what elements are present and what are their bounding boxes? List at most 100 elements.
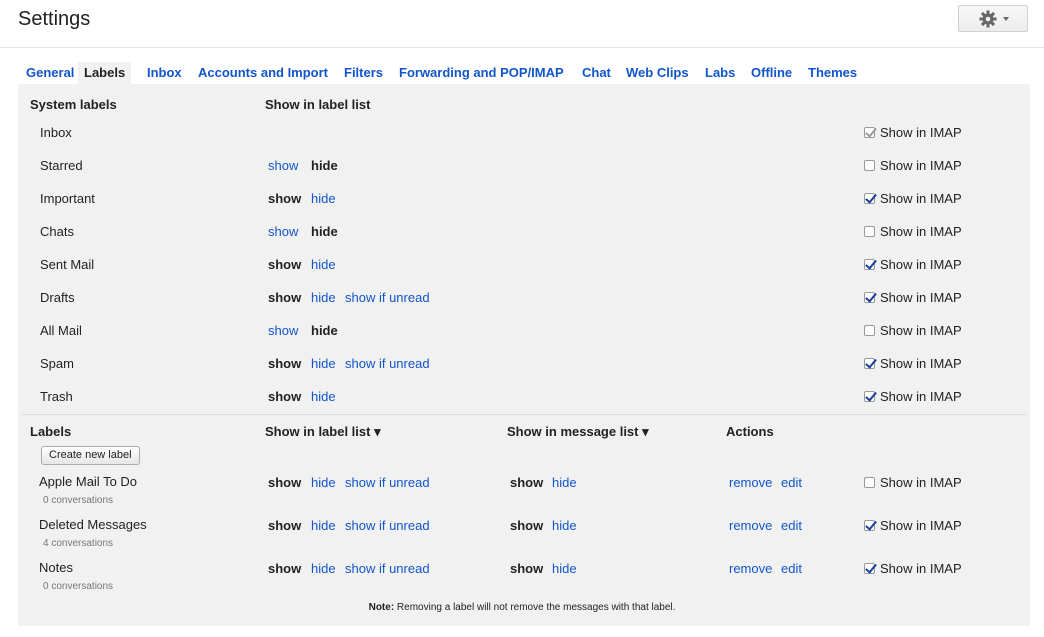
edit-label-link[interactable]: edit [781, 561, 802, 577]
show-in-imap-checkbox [864, 127, 875, 138]
show-in-imap-checkbox[interactable] [864, 391, 875, 402]
labels-header: Labels [30, 424, 72, 439]
label-list-show-selected: show [268, 475, 302, 490]
note-prefix: Note: [368, 602, 395, 613]
show-in-imap-label[interactable]: Show in IMAP [880, 158, 962, 174]
show-in-imap-checkbox[interactable] [864, 226, 875, 237]
label-list-show-selected: show [268, 389, 302, 404]
show-in-message-list-header[interactable]: Show in message list ▾ [507, 424, 649, 440]
label-list-show-selected: show [268, 356, 302, 371]
show-in-imap-checkbox[interactable] [864, 259, 875, 270]
system-label-all-mail: All Mail [40, 323, 82, 338]
message-list-hide-link[interactable]: hide [552, 561, 577, 577]
tab-labs[interactable]: Labs [705, 62, 735, 84]
label-list-hide-link[interactable]: hide [311, 356, 336, 372]
tab-web-clips[interactable]: Web Clips [626, 62, 689, 84]
show-in-imap-checkbox[interactable] [864, 563, 875, 574]
remove-label-link[interactable]: remove [729, 475, 772, 491]
system-label-trash: Trash [40, 389, 73, 404]
label-list-hide-link[interactable]: hide [311, 389, 336, 405]
label-list-show-link[interactable]: show [268, 323, 298, 339]
label-list-show-if-unread-link[interactable]: show if unread [345, 561, 430, 577]
label-list-show-if-unread-link[interactable]: show if unread [345, 475, 430, 491]
label-list-show-if-unread-link[interactable]: show if unread [345, 518, 430, 534]
show-in-imap-label[interactable]: Show in IMAP [880, 191, 962, 207]
note-text: Removing a label will not remove the mes… [394, 602, 676, 613]
header-divider [0, 47, 1044, 48]
tab-inbox[interactable]: Inbox [147, 62, 182, 84]
message-list-hide-link[interactable]: hide [552, 475, 577, 491]
conversation-count: 0 conversations [43, 495, 114, 506]
create-new-label-button[interactable]: Create new label [41, 446, 140, 465]
show-in-imap-label[interactable]: Show in IMAP [880, 356, 962, 372]
show-in-imap-checkbox[interactable] [864, 477, 875, 488]
chevron-down-icon [1003, 17, 1009, 21]
tab-accounts-and-import[interactable]: Accounts and Import [198, 62, 328, 84]
tab-general[interactable]: General [26, 62, 74, 84]
show-in-imap-label[interactable]: Show in IMAP [880, 475, 962, 491]
show-in-imap-checkbox[interactable] [864, 520, 875, 531]
label-list-show-if-unread-link[interactable]: show if unread [345, 290, 430, 306]
show-in-imap-label[interactable]: Show in IMAP [880, 518, 962, 534]
show-in-imap-label[interactable]: Show in IMAP [880, 125, 962, 141]
labels-panel [18, 84, 1030, 626]
show-in-imap-checkbox[interactable] [864, 358, 875, 369]
label-list-hide-link[interactable]: hide [311, 290, 336, 306]
message-list-show-selected: show [510, 518, 544, 533]
show-in-imap-label[interactable]: Show in IMAP [880, 389, 962, 405]
edit-label-link[interactable]: edit [781, 518, 802, 534]
remove-label-link[interactable]: remove [729, 518, 772, 534]
label-list-hide-selected: hide [311, 323, 338, 338]
show-in-imap-checkbox[interactable] [864, 325, 875, 336]
show-in-imap-checkbox[interactable] [864, 160, 875, 171]
user-label-notes[interactable]: Notes [39, 560, 73, 576]
conversation-count: 4 conversations [43, 538, 114, 549]
conversation-count: 0 conversations [43, 581, 114, 592]
label-list-show-link[interactable]: show [268, 158, 298, 174]
show-in-label-list-header[interactable]: Show in label list ▾ [265, 424, 381, 440]
show-in-imap-label[interactable]: Show in IMAP [880, 257, 962, 273]
tab-labels[interactable]: Labels [78, 62, 132, 84]
remove-label-note: Note: Removing a label will not remove t… [0, 602, 1044, 613]
user-label-apple-mail-to-do[interactable]: Apple Mail To Do [39, 474, 137, 490]
show-in-imap-label[interactable]: Show in IMAP [880, 290, 962, 306]
label-list-hide-link[interactable]: hide [311, 191, 336, 207]
system-labels-header: System labels [30, 97, 117, 112]
system-label-sent-mail: Sent Mail [40, 257, 95, 272]
system-label-important: Important [40, 191, 95, 206]
tab-themes[interactable]: Themes [808, 62, 857, 84]
label-list-show-link[interactable]: show [268, 224, 298, 240]
label-list-show-if-unread-link[interactable]: show if unread [345, 356, 430, 372]
settings-gear-button[interactable] [958, 5, 1028, 32]
show-in-imap-checkbox[interactable] [864, 292, 875, 303]
system-label-drafts: Drafts [40, 290, 75, 305]
tab-filters[interactable]: Filters [344, 62, 383, 84]
gear-icon [979, 10, 997, 28]
show-in-imap-checkbox[interactable] [864, 193, 875, 204]
remove-label-link[interactable]: remove [729, 561, 772, 577]
label-list-hide-selected: hide [311, 224, 338, 239]
system-label-chats: Chats [40, 224, 74, 239]
label-list-show-selected: show [268, 518, 302, 533]
label-list-hide-link[interactable]: hide [311, 257, 336, 273]
tab-chat[interactable]: Chat [582, 62, 611, 84]
user-label-deleted-messages[interactable]: Deleted Messages [39, 517, 147, 533]
label-list-hide-link[interactable]: hide [311, 518, 336, 534]
tab-offline[interactable]: Offline [751, 62, 792, 84]
show-in-imap-label[interactable]: Show in IMAP [880, 561, 962, 577]
system-label-starred: Starred [40, 158, 83, 173]
label-list-hide-link[interactable]: hide [311, 561, 336, 577]
label-list-show-selected: show [268, 257, 302, 272]
message-list-show-selected: show [510, 561, 544, 576]
show-in-imap-label[interactable]: Show in IMAP [880, 224, 962, 240]
tab-forwarding-and-pop-imap[interactable]: Forwarding and POP/IMAP [399, 62, 564, 84]
label-list-show-selected: show [268, 561, 302, 576]
edit-label-link[interactable]: edit [781, 475, 802, 491]
message-list-show-selected: show [510, 475, 544, 490]
show-in-imap-label[interactable]: Show in IMAP [880, 323, 962, 339]
label-list-hide-link[interactable]: hide [311, 475, 336, 491]
system-label-spam: Spam [40, 356, 74, 371]
message-list-hide-link[interactable]: hide [552, 518, 577, 534]
label-list-show-selected: show [268, 191, 302, 206]
section-divider [22, 414, 1026, 415]
